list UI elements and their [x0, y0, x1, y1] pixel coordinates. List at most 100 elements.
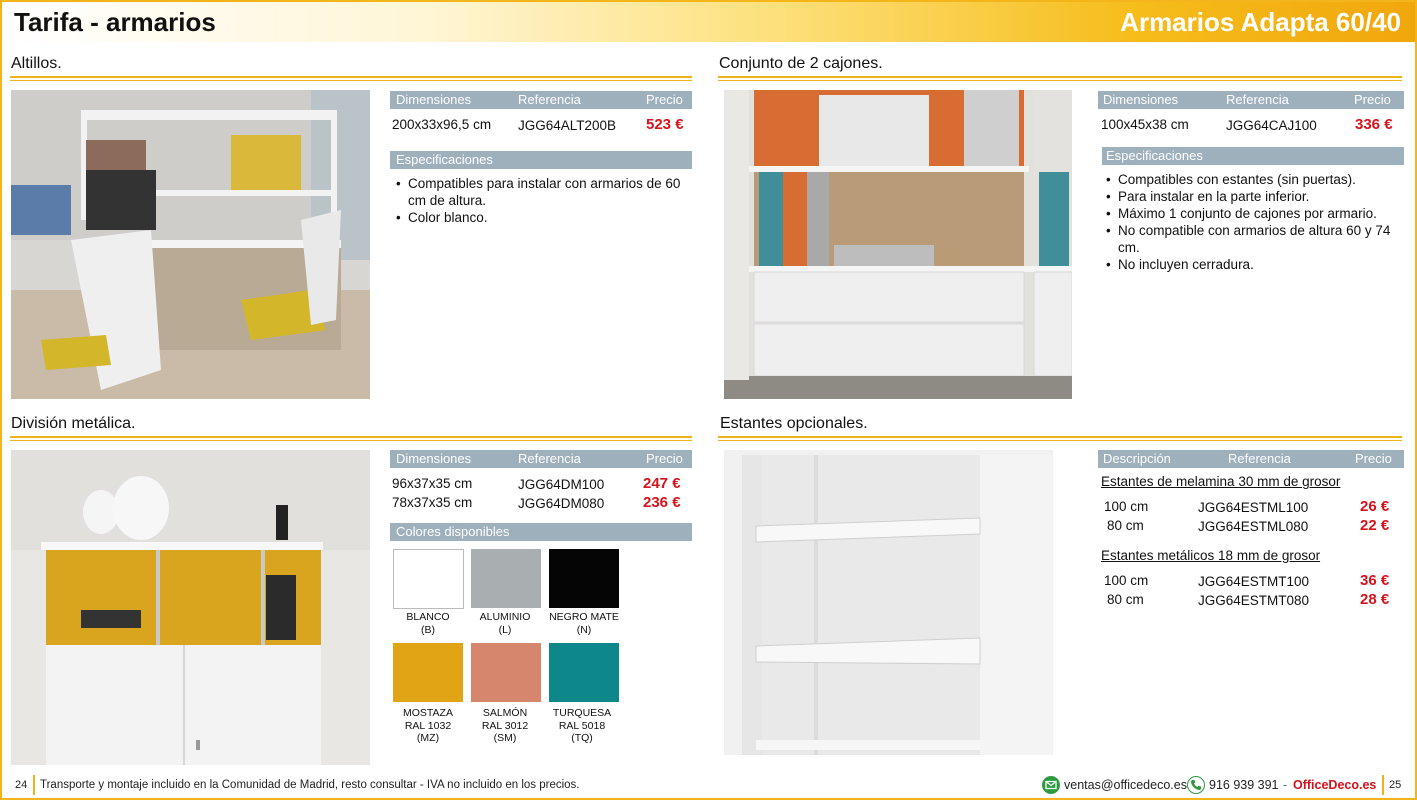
division-row2-precio: 236 €	[643, 494, 681, 511]
contact-email[interactable]: ventas@officedeco.es	[1064, 778, 1187, 792]
color-swatch-negro-mate[interactable]	[549, 549, 619, 608]
page-number-left: 24	[15, 779, 28, 791]
color-swatch-turquesa[interactable]	[549, 643, 619, 702]
estante-precio: 22 €	[1360, 517, 1390, 534]
col-referencia: Referencia	[518, 92, 581, 107]
color-swatch-blanco[interactable]	[393, 549, 464, 609]
section-title-estantes: Estantes opcionales.	[720, 415, 868, 432]
division-colors-header: Colores disponibles	[390, 523, 692, 541]
color-swatch-salmon[interactable]	[471, 643, 541, 702]
contact-phone[interactable]: 916 939 391	[1209, 778, 1279, 792]
footer-divider	[33, 775, 35, 795]
col-descripcion: Descripción	[1103, 451, 1171, 466]
spec-item: No compatible con armarios de altura 60 …	[1105, 222, 1403, 256]
estante-referencia: JGG64ESTML080	[1198, 519, 1309, 534]
page-header: Tarifa - armarios Armarios Adapta 60/40	[2, 2, 1415, 42]
cajones-specs-header: Especificaciones	[1102, 147, 1404, 165]
section-rule	[10, 440, 692, 441]
spec-item: No incluyen cerradura.	[1105, 256, 1403, 273]
section-title-altillos: Altillos.	[11, 55, 62, 72]
estante-referencia: JGG64ESTML100	[1198, 500, 1309, 515]
footer-note: Transporte y montaje incluido en la Comu…	[40, 779, 580, 791]
estante-precio: 28 €	[1360, 591, 1390, 608]
division-row2-dimensiones: 78x37x35 cm	[392, 495, 473, 510]
estantes-illustration	[724, 450, 1053, 755]
spec-item: Compatibles para instalar con armarios d…	[395, 175, 690, 209]
spec-item: Máximo 1 conjunto de cajones por armario…	[1105, 205, 1403, 222]
estantes-metalicos-title: Estantes metálicos 18 mm de grosor	[1101, 548, 1321, 563]
division-table-header: Dimensiones Referencia Precio	[390, 450, 692, 468]
section-rule	[718, 80, 1402, 81]
col-referencia: Referencia	[1228, 451, 1291, 466]
section-rule	[718, 76, 1402, 78]
specs-title: Especificaciones	[1106, 148, 1203, 163]
section-rule	[718, 436, 1402, 438]
estante-medida: 80 cm	[1107, 592, 1144, 607]
page-title: Tarifa - armarios	[14, 7, 216, 37]
color-swatch-aluminio[interactable]	[471, 549, 541, 608]
col-precio: Precio	[1354, 92, 1391, 107]
estante-precio: 26 €	[1360, 498, 1390, 515]
email-icon	[1042, 776, 1060, 794]
altillos-referencia: JGG64ALT200B	[518, 118, 617, 133]
estante-medida: 100 cm	[1104, 499, 1149, 514]
specs-title: Especificaciones	[396, 152, 493, 167]
cajones-table-header: Dimensiones Referencia Precio	[1098, 91, 1404, 109]
color-label-negro-mate: NEGRO MATE (N)	[549, 611, 619, 636]
estantes-photo	[724, 450, 1053, 755]
cajones-precio: 336 €	[1355, 116, 1393, 133]
altillos-specs-header: Especificaciones	[390, 151, 692, 169]
contact-separator: -	[1283, 778, 1288, 792]
section-rule	[10, 80, 692, 81]
division-row1-precio: 247 €	[643, 475, 681, 492]
brand-name[interactable]: OfficeDeco.es	[1293, 778, 1376, 792]
estantes-table-header: Descripción Referencia Precio	[1098, 450, 1404, 468]
estantes-melamina-title: Estantes de melamina 30 mm de grosor	[1101, 474, 1341, 489]
spec-item: Para instalar en la parte inferior.	[1105, 188, 1403, 205]
col-referencia: Referencia	[1226, 92, 1289, 107]
section-rule	[10, 436, 692, 438]
page-number-right: 25	[1389, 779, 1402, 791]
col-dimensiones: Dimensiones	[396, 451, 472, 466]
altillos-illustration	[11, 90, 370, 399]
col-referencia: Referencia	[518, 451, 581, 466]
division-row1-dimensiones: 96x37x35 cm	[392, 476, 473, 491]
section-title-division: División metálica.	[11, 415, 136, 432]
altillos-precio: 523 €	[646, 116, 684, 133]
altillos-photo	[11, 90, 370, 399]
estante-referencia: JGG64ESTMT080	[1198, 593, 1310, 608]
color-label-turquesa: TURQUESA RAL 5018 (TQ)	[552, 707, 612, 744]
col-precio: Precio	[646, 92, 683, 107]
col-precio: Precio	[646, 451, 683, 466]
color-label-aluminio: ALUMINIO (L)	[479, 611, 531, 636]
product-line-title: Armarios Adapta 60/40	[1120, 7, 1401, 37]
estante-medida: 100 cm	[1104, 573, 1149, 588]
colors-title: Colores disponibles	[396, 524, 510, 539]
footer-divider	[1382, 775, 1384, 795]
division-illustration	[11, 450, 370, 765]
section-rule	[10, 76, 692, 78]
color-swatch-mostaza[interactable]	[393, 643, 463, 702]
altillos-specs-list: Compatibles para instalar con armarios d…	[395, 175, 690, 226]
spec-item: Compatibles con estantes (sin puertas).	[1105, 171, 1403, 188]
estante-referencia: JGG64ESTMT100	[1198, 574, 1310, 589]
cajones-referencia: JGG64CAJ100	[1226, 118, 1317, 133]
estante-precio: 36 €	[1360, 572, 1390, 589]
col-dimensiones: Dimensiones	[1103, 92, 1179, 107]
altillos-dimensiones: 200x33x96,5 cm	[392, 117, 492, 132]
cajones-dimensiones: 100x45x38 cm	[1101, 117, 1189, 132]
col-precio: Precio	[1355, 451, 1392, 466]
spec-item: Color blanco.	[395, 209, 690, 226]
section-rule	[718, 440, 1402, 441]
cajones-illustration	[724, 90, 1072, 399]
cajones-specs-list: Compatibles con estantes (sin puertas). …	[1105, 171, 1403, 273]
division-row2-referencia: JGG64DM080	[518, 496, 605, 511]
division-photo	[11, 450, 370, 765]
section-title-cajones: Conjunto de 2 cajones.	[719, 55, 883, 72]
phone-icon	[1187, 776, 1205, 794]
cajones-photo	[724, 90, 1072, 399]
altillos-table-header: Dimensiones Referencia Precio	[390, 91, 692, 109]
division-row1-referencia: JGG64DM100	[518, 477, 605, 492]
col-dimensiones: Dimensiones	[396, 92, 472, 107]
estante-medida: 80 cm	[1107, 518, 1144, 533]
